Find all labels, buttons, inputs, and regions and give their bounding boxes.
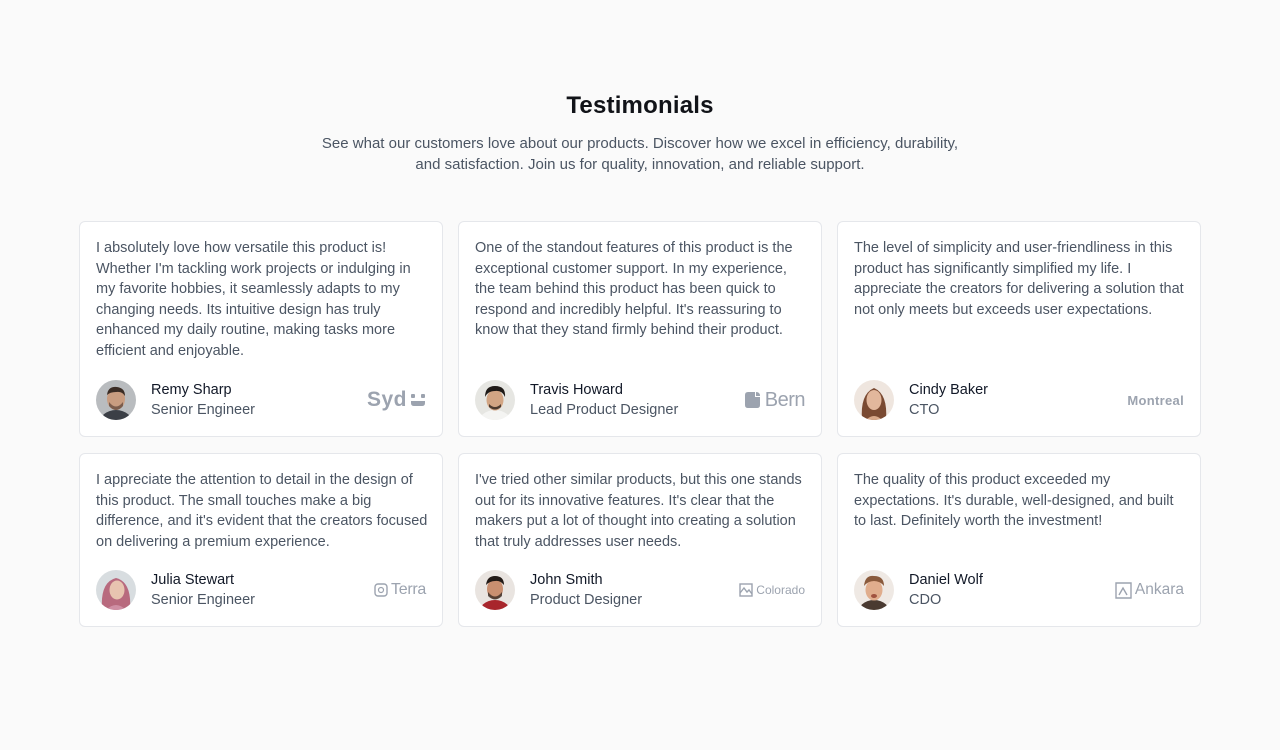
testimonial-quote: One of the standout features of this pro… [475, 240, 793, 338]
testimonial-card: I absolutely love how versatile this pro… [79, 221, 443, 437]
testimonials-grid: I absolutely love how versatile this pro… [79, 221, 1201, 627]
syd-mark-icon [411, 394, 425, 406]
testimonial-card: One of the standout features of this pro… [458, 221, 822, 437]
testimonial-quote: I've tried other similar products, but t… [475, 472, 802, 550]
bern-mark-icon [744, 392, 760, 408]
testimonial-author: Cindy Baker CTO Montreal [854, 380, 1184, 420]
colorado-mark-icon [739, 583, 753, 597]
author-name: Remy Sharp [151, 382, 232, 398]
company-logo-text: Colorado [756, 583, 805, 597]
author-role: Product Designer [530, 592, 643, 608]
author-name: John Smith [530, 572, 603, 588]
testimonial-card: The level of simplicity and user-friendl… [837, 221, 1201, 437]
testimonial-quote: The level of simplicity and user-friendl… [854, 240, 1184, 318]
avatar [96, 380, 136, 420]
testimonial-quote: The quality of this product exceeded my … [854, 472, 1174, 529]
testimonial-author: Julia Stewart Senior Engineer Terra [96, 570, 426, 610]
company-logo-text: Bern [764, 388, 806, 411]
company-logo-text: Syd [366, 388, 407, 411]
author-name: Travis Howard [530, 382, 623, 398]
author-role: Senior Engineer [151, 402, 255, 418]
avatar [475, 380, 515, 420]
company-logo-text: Montreal [1127, 392, 1184, 408]
testimonial-card: I've tried other similar products, but t… [458, 453, 822, 627]
avatar [96, 570, 136, 610]
avatar [854, 380, 894, 420]
avatar [475, 570, 515, 610]
testimonial-quote: I appreciate the attention to detail in … [96, 472, 428, 550]
company-logo: Colorado [739, 583, 805, 597]
author-role: Senior Engineer [151, 592, 255, 608]
author-role: Lead Product Designer [530, 402, 679, 418]
author-role: CDO [909, 592, 942, 608]
testimonial-author: John Smith Product Designer Colorado [475, 570, 805, 610]
company-logo: Bern [744, 388, 806, 412]
avatar [854, 570, 894, 610]
company-logo: Terra [374, 581, 426, 599]
ankara-mark-icon [1115, 581, 1132, 599]
company-logo: Montreal [1127, 393, 1184, 408]
author-name: Daniel Wolf [909, 572, 983, 588]
testimonial-author: Daniel Wolf CDO Ankara [854, 570, 1184, 610]
testimonial-card: The quality of this product exceeded my … [837, 453, 1201, 627]
testimonial-quote: I absolutely love how versatile this pro… [96, 240, 411, 359]
testimonial-author: Travis Howard Lead Product Designer Bern [475, 380, 806, 420]
section-title: Testimonials [566, 92, 714, 119]
company-logo: Ankara [1115, 581, 1184, 599]
company-logo: Syd [367, 388, 426, 412]
testimonials-section: Testimonials See what our customers love… [0, 0, 1280, 750]
testimonial-card: I appreciate the attention to detail in … [79, 453, 443, 627]
company-logo-text: Terra [391, 581, 426, 598]
company-logo-text: Ankara [1134, 581, 1184, 598]
author-name: Cindy Baker [909, 382, 988, 398]
terra-mark-icon [374, 583, 388, 597]
section-subtitle: See what our customers love about our pr… [321, 135, 959, 173]
author-role: CTO [909, 402, 940, 418]
testimonial-author: Remy Sharp Senior Engineer Syd [96, 380, 426, 420]
author-name: Julia Stewart [151, 572, 235, 588]
